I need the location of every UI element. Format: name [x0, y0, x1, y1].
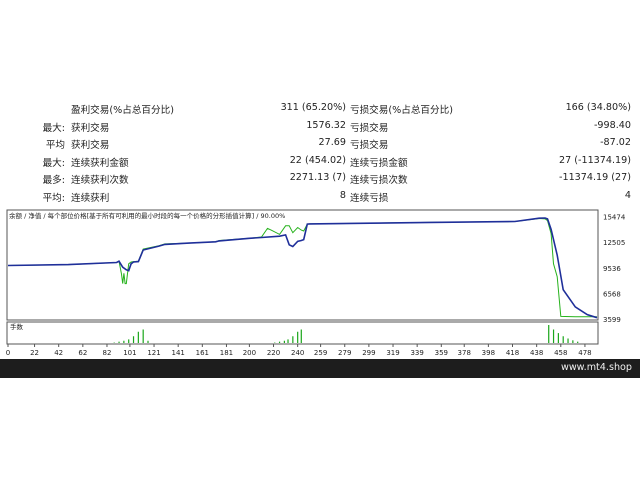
x-axis: 0 22 42 62 82 101 121 141 161 181 200 220 240 259 279 2… — [6, 344, 592, 357]
x-tick-label: 398 — [482, 349, 495, 357]
x-tick-label: 259 — [314, 349, 327, 357]
stat-label: 亏损交易(%占总百分比) — [350, 105, 453, 116]
x-tick-label: 458 — [554, 349, 567, 357]
stat-label-prefix: 平均 — [45, 140, 65, 152]
site-url: www.mt4.shop — [560, 362, 632, 373]
y-tick-label: 9536 — [603, 265, 621, 273]
stat-value: -998.40 — [593, 119, 631, 131]
x-tick-label: 200 — [243, 349, 256, 357]
stat-value: 8 — [339, 190, 346, 201]
x-tick-label: 478 — [578, 349, 591, 357]
stat-label: 连续获利金额 — [71, 157, 129, 169]
stat-label: 连续获利 — [71, 193, 110, 204]
x-tick-label: 121 — [147, 349, 160, 357]
chart-svg: 余额 / 净值 / 每个部位价格[基于所有可利用的最小时段的每一个价格的分形插值… — [6, 209, 626, 357]
volume-plot-frame — [6, 321, 599, 345]
x-tick-label: 161 — [196, 349, 209, 357]
stat-value: 311 (65.20%) — [280, 102, 346, 113]
stat-label-prefix: 最大: — [42, 157, 65, 169]
volume-bar — [292, 336, 294, 343]
volume-bar — [123, 340, 125, 343]
stat-row: 盈利交易(%占总百分比) 311 (65.20%) 亏损交易(%占总百分比) 166 … — [0, 100, 640, 117]
volume-bar — [128, 339, 130, 343]
x-tick-label: 82 — [103, 349, 112, 357]
volume-bar — [548, 325, 550, 343]
volume-bar — [287, 339, 289, 343]
stat-value: 4 — [624, 190, 631, 201]
x-tick-label: 62 — [78, 349, 87, 357]
stat-row: 平均 获利交易 27.69 亏损交易 -87.02 — [0, 135, 640, 152]
stat-value: -11374.19 (27) — [559, 172, 631, 184]
stat-row: 最多: 连续获利次数 2271.13 (7) 连续亏损次数 -11374.19 (27) — [0, 170, 640, 187]
stat-label: 连续亏损次数 — [350, 175, 408, 187]
stat-label: 盈利交易(%占总百分比) — [71, 105, 174, 116]
stat-row: 平均: 连续获利 8 连续亏损 4 — [0, 188, 640, 205]
x-tick-label: 181 — [220, 349, 233, 357]
volume-bar — [552, 329, 555, 343]
volume-bar — [137, 331, 139, 343]
balance-equity-chart: 余额 / 净值 / 每个部位价格[基于所有可利用的最小时段的每一个价格的分形插值… — [0, 207, 640, 360]
volume-bar — [557, 333, 559, 343]
y-tick-label: 3599 — [603, 316, 621, 324]
volume-bar — [297, 331, 299, 343]
x-tick-label: 339 — [410, 349, 423, 357]
volume-bar — [567, 338, 569, 343]
volume-bar — [278, 341, 281, 343]
stat-label-prefix: 最多: — [42, 175, 65, 187]
x-tick-label: 42 — [54, 349, 63, 357]
volume-bar — [118, 341, 120, 343]
x-tick-label: 22 — [30, 349, 39, 357]
stat-row: 最大: 获利交易 1576.32 亏损交易 -998.40 — [0, 118, 640, 135]
stat-label-prefix: 最大: — [42, 122, 65, 134]
y-tick-label: 6568 — [603, 290, 621, 298]
y-tick-label: 12505 — [603, 239, 625, 247]
stat-row: 最大: 连续获利金额 22 (454.02) 连续亏损金额 27 (-11374.19) — [0, 153, 640, 170]
x-tick-label: 0 — [6, 349, 10, 357]
y-axis: 15474 12505 9536 6568 3599 — [603, 214, 626, 324]
x-tick-label: 418 — [506, 349, 519, 357]
stat-value: 22 (454.02) — [289, 154, 346, 166]
stat-label: 连续亏损金额 — [350, 157, 408, 169]
volume-bar — [283, 340, 285, 343]
stat-label: 连续获利次数 — [71, 175, 129, 187]
x-tick-label: 220 — [267, 349, 280, 357]
stat-label: 获利交易 — [71, 122, 110, 134]
x-tick-label: 438 — [530, 349, 543, 357]
x-tick-label: 141 — [171, 349, 184, 357]
stat-value: 1576.32 — [306, 119, 346, 131]
stat-value: 166 (34.80%) — [565, 102, 631, 113]
stat-label: 亏损交易 — [350, 122, 389, 134]
stat-label-prefix: 平均: — [42, 193, 65, 204]
x-tick-label: 378 — [458, 349, 471, 357]
x-tick-label: 101 — [123, 349, 136, 357]
x-tick-label: 299 — [362, 349, 375, 357]
volume-bar — [132, 336, 135, 343]
volume-label: 手数 — [10, 322, 24, 331]
x-tick-label: 319 — [386, 349, 399, 357]
stat-value: 2271.13 (7) — [289, 172, 346, 184]
x-tick-label: 240 — [291, 349, 304, 357]
y-tick-label: 15474 — [603, 214, 626, 222]
volume-bar — [300, 329, 302, 343]
volume-bar — [577, 341, 579, 343]
stat-label: 连续亏损 — [350, 193, 389, 204]
chart-header-text: 余额 / 净值 / 每个部位价格[基于所有可利用的最小时段的每一个价格的分形插值… — [9, 211, 285, 220]
stat-value: 27.69 — [318, 137, 346, 149]
volume-bar — [142, 329, 144, 343]
statistics-table: 盈利交易(%占总百分比) 311 (65.20%) 亏损交易(%占总百分比) 166 … — [0, 100, 640, 206]
x-tick-label: 279 — [338, 349, 351, 357]
stat-value: -87.02 — [600, 137, 631, 149]
stat-label: 亏损交易 — [350, 140, 389, 152]
x-tick-label: 359 — [435, 349, 448, 357]
stat-value: 27 (-11374.19) — [559, 154, 631, 166]
stat-label: 获利交易 — [71, 140, 110, 152]
main-plot-frame — [6, 209, 599, 321]
volume-bar — [572, 340, 574, 343]
volume-bar — [147, 340, 149, 343]
footer-bar: www.mt4.shop — [0, 359, 640, 378]
volume-bar — [562, 336, 564, 343]
